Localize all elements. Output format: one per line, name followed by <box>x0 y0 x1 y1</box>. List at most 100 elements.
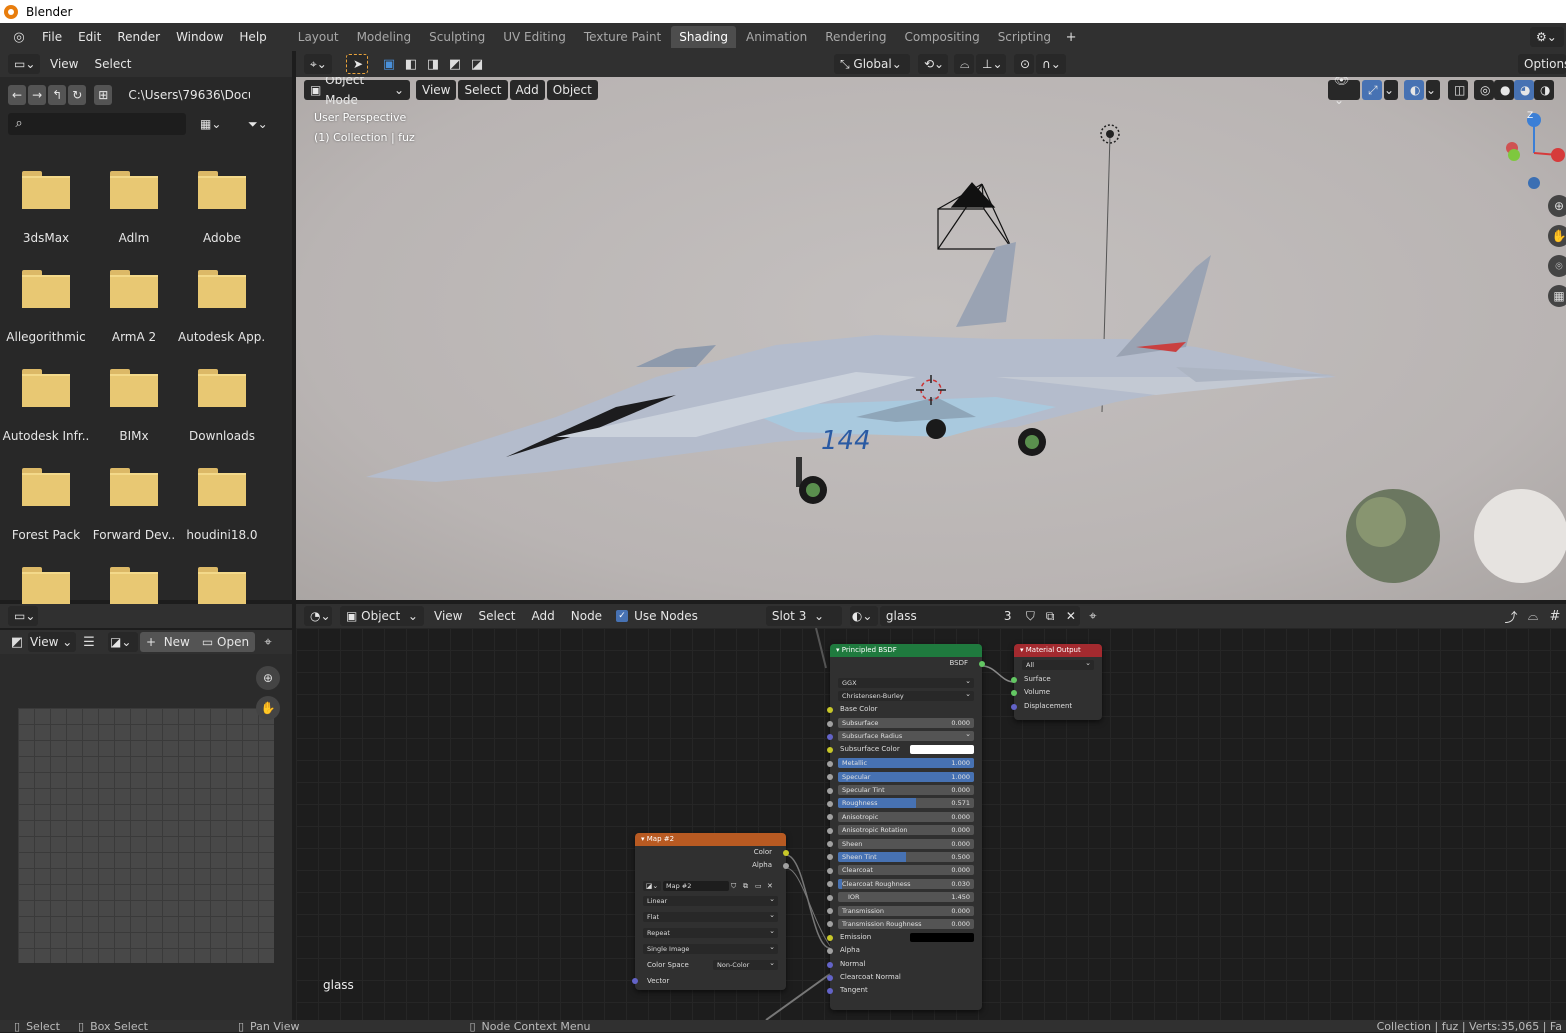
slot-dropdown[interactable]: Slot 3 ⌄ <box>765 606 842 626</box>
path-field[interactable]: C:\Users\79636\Docu.. <box>122 85 251 105</box>
snap-toggle-icon[interactable]: ⌓ <box>954 54 974 74</box>
output-volume-row[interactable]: Volume <box>1011 686 1102 699</box>
input-slider[interactable]: Clearcoat 0.000 <box>838 865 974 876</box>
3d-viewport[interactable]: ▣ Object Mode ⌄ View Select Add Object 👁… <box>296 77 1566 600</box>
input-socket[interactable] <box>827 894 833 901</box>
principled-input-row[interactable]: Emission <box>827 931 982 944</box>
refresh-icon[interactable]: ↻ <box>68 85 87 105</box>
pan-hand-icon[interactable]: ✋ <box>1548 225 1566 247</box>
displacement-socket[interactable] <box>1011 703 1017 710</box>
tab-shading[interactable]: Shading <box>671 26 736 48</box>
tab-compositing[interactable]: Compositing <box>896 26 987 48</box>
node-pin-icon[interactable]: ⌖ <box>1082 606 1104 626</box>
scene-selector-icon[interactable]: ⚙⌄ <box>1530 27 1564 47</box>
principled-input-row[interactable]: Anisotropic Rotation 0.000 <box>827 824 982 837</box>
forward-arrow-icon[interactable]: → <box>28 85 47 105</box>
image-texture-node[interactable]: ▾ Map #2 Color Alpha ◪⌄ Map #2 ⛉ ⧉ ▭ ✕ L… <box>632 833 789 990</box>
input-slider[interactable]: Sheen 0.000 <box>838 838 974 849</box>
tab-modeling[interactable]: Modeling <box>349 26 420 48</box>
principled-input-row[interactable]: Subsurface Color <box>827 743 982 756</box>
snap-node-icon[interactable]: ⌓ <box>1522 606 1544 626</box>
vector-input-row[interactable]: Vector <box>632 973 786 989</box>
image-alpha-output[interactable]: Alpha <box>635 859 789 872</box>
image-zoom-icon[interactable]: ⊕ <box>256 666 280 690</box>
input-slider[interactable]: Anisotropic Rotation 0.000 <box>838 825 974 836</box>
input-slider[interactable]: Metallic 1.000 <box>838 758 974 769</box>
parent-dir-icon[interactable]: ↰ <box>48 85 67 105</box>
input-socket[interactable] <box>827 908 833 915</box>
principled-input-row[interactable]: Alpha <box>827 944 982 957</box>
open-image-button[interactable]: ▭ Open <box>195 632 256 652</box>
input-socket[interactable] <box>827 747 833 754</box>
image-duplicate-icon[interactable]: ⧉ <box>743 881 753 891</box>
principled-node-header[interactable]: ▾ Principled BSDF <box>830 644 982 657</box>
source-dropdown[interactable]: Single Image <box>643 942 778 954</box>
file-browser-select-menu[interactable]: Select <box>86 51 139 77</box>
select-mode-subtract-icon[interactable]: ◨ <box>422 54 444 74</box>
image-editor-canvas[interactable]: ⊕ ✋ <box>0 654 292 1020</box>
tab-rendering[interactable]: Rendering <box>817 26 894 48</box>
input-socket[interactable] <box>827 867 833 874</box>
principled-bsdf-node[interactable]: ▾ Principled BSDF BSDF GGX Christensen-B… <box>827 644 985 1010</box>
node-editor-canvas[interactable]: ▾ Principled BSDF BSDF GGX Christensen-B… <box>296 628 1566 1020</box>
transform-orientation-dropdown[interactable]: ⤡ Global ⌄ <box>834 54 910 74</box>
material-name-field[interactable]: glass <box>879 606 998 626</box>
input-slider[interactable]: Clearcoat Roughness 0.030 <box>838 878 974 889</box>
image-view-dropdown[interactable]: View ⌄ <box>28 632 76 652</box>
menu-window[interactable]: Window <box>168 23 231 51</box>
principled-input-row[interactable]: Sheen Tint 0.500 <box>827 850 982 863</box>
menu-render[interactable]: Render <box>109 23 168 51</box>
image-fake-user-icon[interactable]: ⛉ <box>731 881 741 891</box>
folder-item[interactable]: Allegorithmic <box>2 260 90 359</box>
folder-item[interactable]: Forward Dev.. <box>90 458 178 557</box>
input-socket[interactable] <box>827 733 833 740</box>
input-socket[interactable] <box>827 760 833 767</box>
input-socket[interactable] <box>827 988 833 995</box>
image-pan-icon[interactable]: ✋ <box>256 696 280 720</box>
node-editor-type-icon[interactable]: ◔⌄ <box>304 606 332 626</box>
input-socket[interactable] <box>827 787 833 794</box>
fake-user-icon[interactable]: ⛉ <box>1019 606 1040 626</box>
menu-file[interactable]: File <box>34 23 70 51</box>
editor-type-icon[interactable]: ▭⌄ <box>8 54 40 74</box>
base-color-socket[interactable] <box>827 707 833 714</box>
image-open-icon[interactable]: ▭ <box>755 881 765 891</box>
input-socket[interactable] <box>827 948 833 955</box>
search-input[interactable]: ⌕ <box>8 113 186 135</box>
select-mode-invert-icon[interactable]: ◩ <box>444 54 466 74</box>
color-swatch[interactable] <box>910 745 974 755</box>
material-users-count[interactable]: 3 <box>997 606 1020 626</box>
folder-item[interactable]: 3dsMax <box>2 161 90 260</box>
principled-input-row[interactable]: Anisotropic 0.000 <box>827 810 982 823</box>
snap-target-icon[interactable]: ⊥⌄ <box>976 54 1006 74</box>
principled-input-row[interactable]: Specular 1.000 <box>827 770 982 783</box>
input-slider[interactable]: Roughness 0.571 <box>838 798 974 809</box>
input-socket[interactable] <box>827 881 833 888</box>
menu-edit[interactable]: Edit <box>70 23 109 51</box>
image-node-header[interactable]: ▾ Map #2 <box>635 833 786 846</box>
input-socket[interactable] <box>827 934 833 941</box>
input-slider[interactable]: Specular Tint 0.000 <box>838 785 974 796</box>
options-button[interactable]: Options <box>1518 54 1566 74</box>
tab-sculpting[interactable]: Sculpting <box>421 26 493 48</box>
input-slider[interactable]: Subsurface 0.000 <box>838 718 974 729</box>
input-socket[interactable] <box>827 814 833 821</box>
input-slider[interactable]: Sheen Tint 0.500 <box>838 851 974 862</box>
folder-item[interactable]: Downloads <box>178 359 266 458</box>
new-image-button[interactable]: + New <box>140 632 196 652</box>
base-color-row[interactable]: Base Color <box>827 703 982 716</box>
input-socket[interactable] <box>827 974 833 981</box>
output-displacement-row[interactable]: Displacement <box>1011 700 1102 713</box>
camera-view-icon[interactable]: ⌾ <box>1548 255 1566 277</box>
principled-input-row[interactable]: Tangent <box>827 984 982 997</box>
input-slider[interactable]: IOR 1.450 <box>838 892 974 903</box>
input-slider[interactable]: Transmission 0.000 <box>838 905 974 916</box>
new-folder-icon[interactable]: ⊞ <box>94 85 113 105</box>
folder-item[interactable]: houdini18.0 <box>178 458 266 557</box>
vector-socket[interactable] <box>632 977 638 984</box>
input-slider[interactable]: Specular 1.000 <box>838 771 974 782</box>
folder-item[interactable]: BIMx <box>90 359 178 458</box>
principled-input-row[interactable]: Metallic 1.000 <box>827 757 982 770</box>
node-add-menu[interactable]: Add <box>524 604 563 628</box>
principled-input-row[interactable]: Transmission 0.000 <box>827 904 982 917</box>
